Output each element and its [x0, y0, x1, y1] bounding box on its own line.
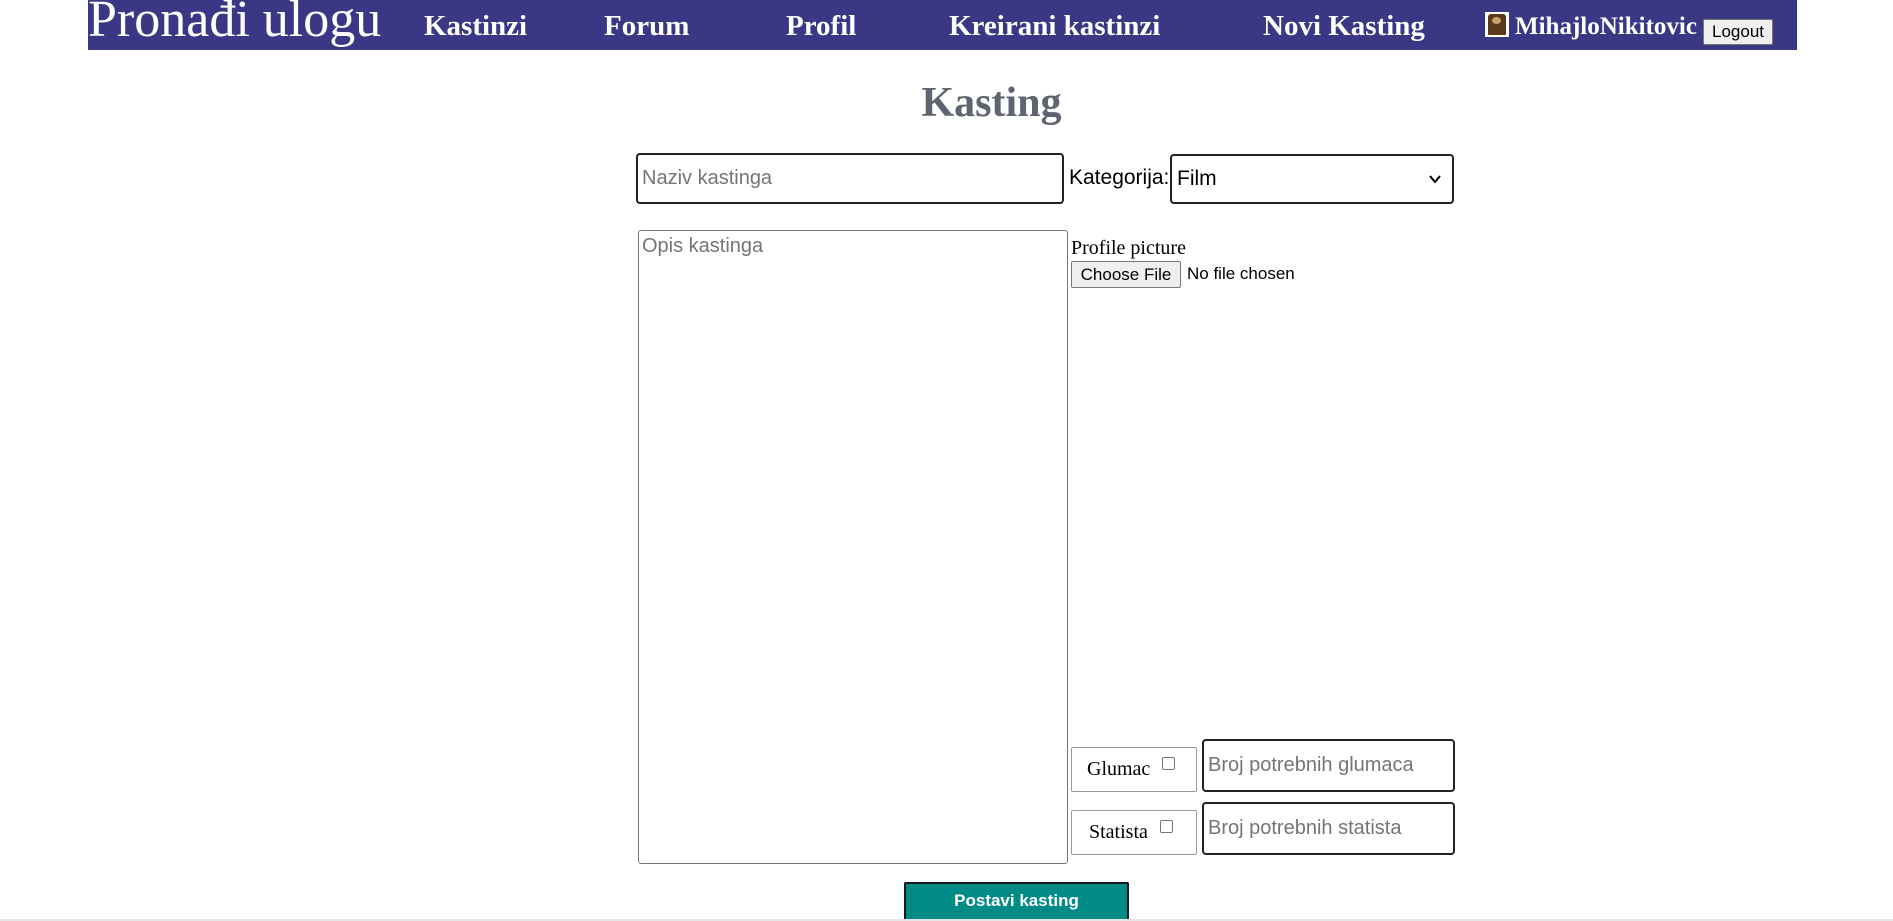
- top-navbar: Pronađi ulogu Kastinzi Forum Profil Krei…: [88, 0, 1797, 50]
- nav-link-novi-kasting[interactable]: Novi Kasting: [1263, 8, 1425, 44]
- actor-checkbox-group[interactable]: Glumac: [1071, 747, 1197, 792]
- extra-checkbox[interactable]: [1160, 820, 1173, 833]
- nav-link-kreirani-kastinzi[interactable]: Kreirani kastinzi: [949, 8, 1160, 44]
- submit-casting-button[interactable]: Postavi kasting: [904, 882, 1129, 921]
- extra-checkbox-group[interactable]: Statista: [1071, 810, 1197, 855]
- category-selected-value: Film: [1177, 167, 1217, 190]
- user-avatar[interactable]: [1485, 12, 1509, 37]
- casting-name-input[interactable]: [636, 153, 1064, 204]
- nav-link-kastinzi[interactable]: Kastinzi: [424, 8, 527, 44]
- brand-title[interactable]: Pronađi ulogu: [88, 0, 381, 48]
- nav-link-forum[interactable]: Forum: [604, 8, 689, 44]
- nav-link-profil[interactable]: Profil: [786, 8, 856, 44]
- actor-count-input[interactable]: [1202, 739, 1455, 792]
- casting-description-textarea[interactable]: [638, 230, 1068, 864]
- profile-picture-label: Profile picture: [1071, 237, 1186, 259]
- username-label[interactable]: MihajloNikitovic: [1515, 12, 1697, 42]
- avatar-image: [1488, 14, 1506, 35]
- actor-checkbox[interactable]: [1162, 757, 1175, 770]
- chevron-down-icon: [1429, 175, 1441, 184]
- actor-label: Glumac: [1087, 758, 1151, 780]
- logout-button[interactable]: Logout: [1703, 19, 1773, 45]
- choose-file-button[interactable]: Choose File: [1071, 261, 1181, 288]
- page-title: Kasting: [921, 80, 1062, 126]
- category-label: Kategorija:: [1069, 166, 1170, 189]
- extra-label: Statista: [1089, 821, 1148, 843]
- category-select[interactable]: Film: [1170, 154, 1454, 204]
- file-status-text: No file chosen: [1187, 264, 1295, 283]
- extra-count-input[interactable]: [1202, 802, 1455, 855]
